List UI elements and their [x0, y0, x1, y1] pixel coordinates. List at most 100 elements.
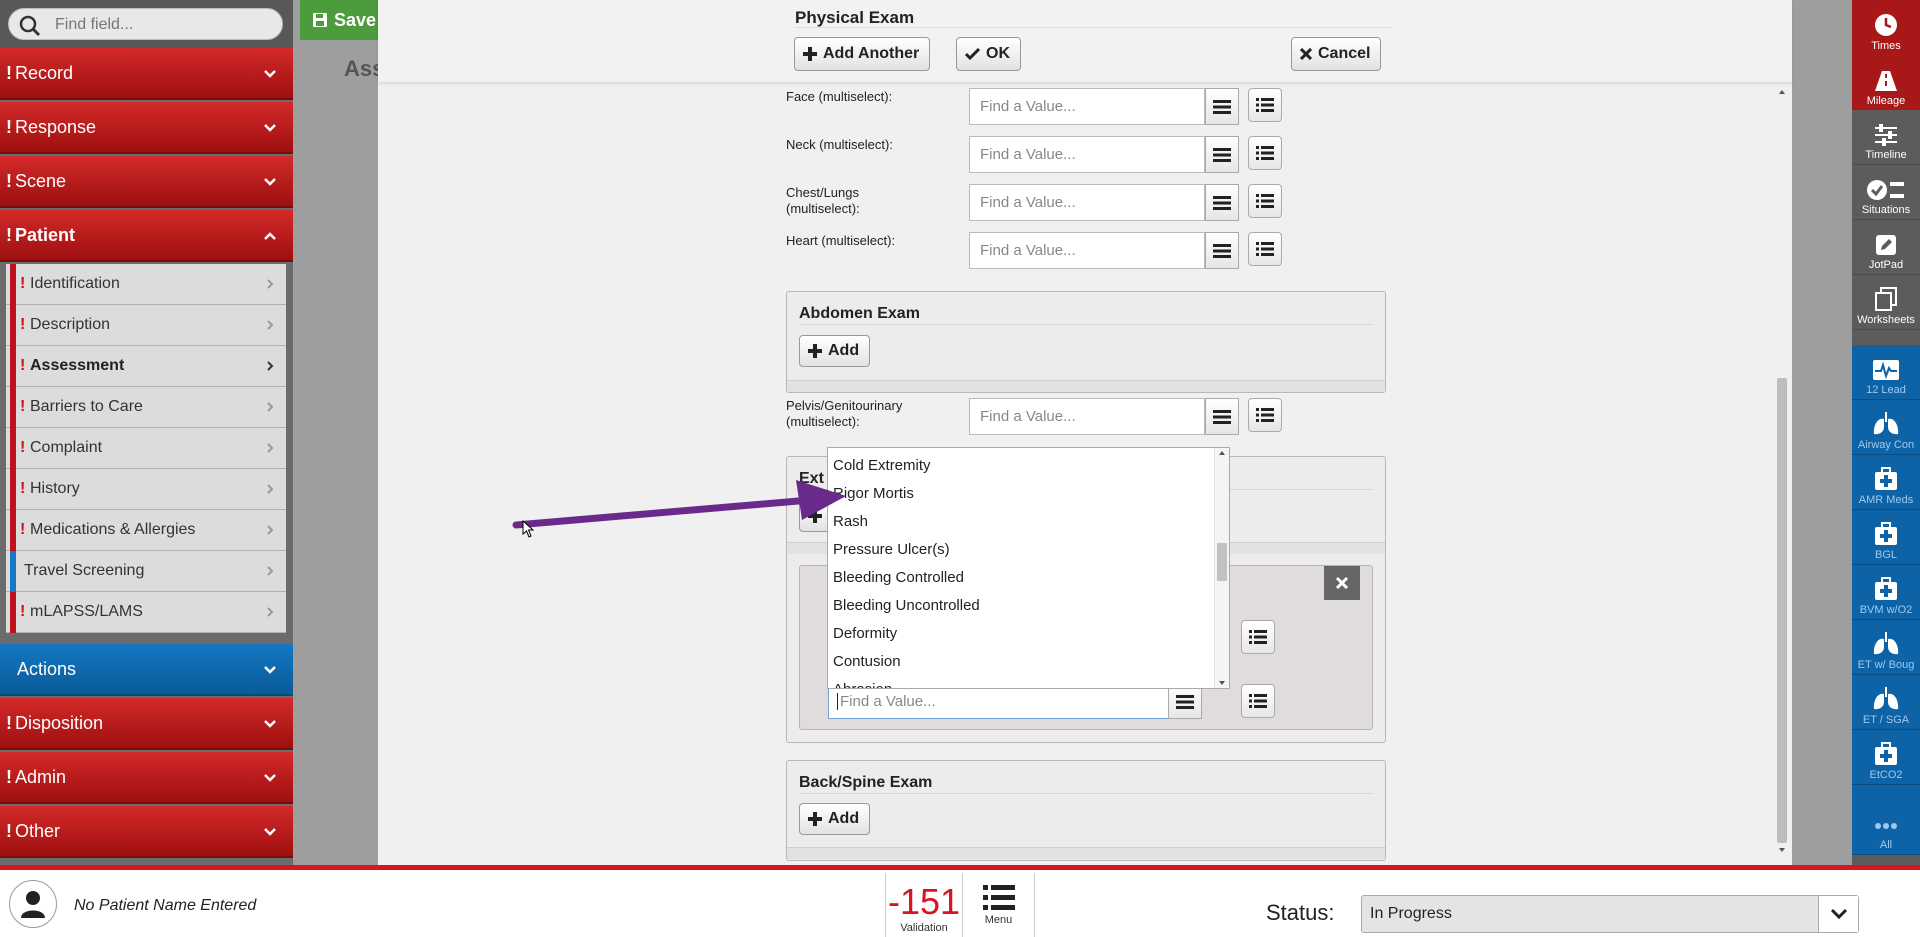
- clock-icon: [1875, 14, 1897, 36]
- section-disposition[interactable]: ! Disposition: [0, 698, 293, 750]
- chest-lungs-input[interactable]: Find a Value...: [969, 184, 1205, 221]
- close-icon: [1300, 48, 1312, 60]
- sidebar-item-barriers-to-care[interactable]: ! Barriers to Care: [6, 387, 286, 428]
- sidebar-item-travel-screening[interactable]: Travel Screening: [6, 551, 286, 592]
- section-record[interactable]: ! Record: [0, 48, 293, 100]
- section-admin[interactable]: ! Admin: [0, 752, 293, 804]
- chevron-right-icon: [267, 566, 274, 576]
- status-value: In Progress: [1370, 905, 1452, 922]
- pelvis-options-button[interactable]: [1248, 398, 1282, 432]
- rail-etco2[interactable]: EtCO2: [1852, 730, 1920, 785]
- sidebar-item-history[interactable]: ! History: [6, 469, 286, 510]
- sidebar-item-label: Identification: [30, 275, 120, 292]
- validation-count: -151: [887, 881, 961, 922]
- save-button[interactable]: Save: [300, 0, 390, 40]
- add-abdomen-button[interactable]: Add: [799, 335, 871, 367]
- value-dropdown: Cold Extremity Rigor Mortis Rash Pressur…: [827, 447, 1230, 689]
- extremity-list-button[interactable]: [1168, 684, 1202, 719]
- chevron-right-icon: [267, 525, 274, 535]
- panel-title: Back/Spine Exam: [799, 774, 933, 791]
- face-input[interactable]: Find a Value...: [969, 88, 1205, 125]
- rail-bgl[interactable]: BGL: [1852, 510, 1920, 565]
- list-icon: [1256, 194, 1274, 208]
- rail-times[interactable]: Times: [1852, 0, 1920, 55]
- dropdown-scroll-thumb[interactable]: [1217, 543, 1227, 581]
- panel-title: Abdomen Exam: [799, 305, 920, 322]
- sidebar-item-assessment[interactable]: ! Assessment: [6, 346, 286, 387]
- section-actions[interactable]: Actions: [0, 644, 293, 696]
- cancel-button[interactable]: Cancel: [1291, 37, 1382, 71]
- menu-button[interactable]: Menu: [963, 873, 1035, 937]
- section-scene[interactable]: ! Scene: [0, 156, 293, 208]
- rail-label: 12 Lead: [1866, 384, 1906, 396]
- dropdown-option[interactable]: Bleeding Controlled: [833, 569, 964, 586]
- sidebar-item-complaint[interactable]: ! Complaint: [6, 428, 286, 469]
- sidebar-item-medications-allergies[interactable]: ! Medications & Allergies: [6, 510, 286, 551]
- patient-avatar[interactable]: [9, 880, 57, 928]
- remove-entry-button[interactable]: [1324, 566, 1360, 600]
- neck-input[interactable]: Find a Value...: [969, 136, 1205, 173]
- heart-options-button[interactable]: [1248, 232, 1282, 266]
- rail-label: BGL: [1874, 549, 1897, 561]
- add-another-button[interactable]: Add Another: [794, 37, 931, 71]
- rail-12-lead[interactable]: 12 Lead: [1852, 345, 1920, 400]
- medkit-icon: [1875, 467, 1897, 490]
- status-select[interactable]: In Progress: [1361, 895, 1859, 933]
- scrollbar-thumb[interactable]: [1777, 378, 1787, 843]
- dropdown-option[interactable]: Bleeding Uncontrolled: [833, 597, 980, 614]
- extremity-options-button[interactable]: [1241, 684, 1275, 718]
- rail-timeline[interactable]: Timeline: [1852, 110, 1920, 165]
- extremity-value-input[interactable]: Find a Value...: [828, 684, 1197, 719]
- entry-options-button[interactable]: [1241, 620, 1275, 654]
- chest-lungs-options-button[interactable]: [1248, 184, 1282, 218]
- validation-counter[interactable]: -151 Validation: [885, 873, 963, 937]
- face-list-button[interactable]: [1205, 88, 1239, 125]
- pelvis-list-button[interactable]: [1205, 398, 1239, 435]
- field-search-box[interactable]: [8, 8, 283, 40]
- chest-lungs-list-button[interactable]: [1205, 184, 1239, 221]
- plus-icon: [808, 812, 822, 826]
- section-response[interactable]: ! Response: [0, 102, 293, 154]
- rail-et-w-boug[interactable]: ET w/ Boug: [1852, 620, 1920, 675]
- dropdown-option[interactable]: Pressure Ulcer(s): [833, 541, 950, 558]
- section-other[interactable]: ! Other: [0, 806, 293, 858]
- rail-mileage[interactable]: Mileage: [1852, 55, 1920, 110]
- sidebar-item-mlapss-lams[interactable]: ! mLAPSS/LAMS: [6, 592, 286, 633]
- status-dropdown-toggle[interactable]: [1818, 896, 1858, 932]
- sidebar-item-description[interactable]: ! Description: [6, 305, 286, 346]
- required-mark: !: [20, 275, 26, 292]
- section-patient[interactable]: ! Patient: [0, 210, 293, 262]
- field-search-input[interactable]: [55, 14, 275, 36]
- list-icon: [1256, 408, 1274, 422]
- rail-bvm-w-o2[interactable]: BVM w/O2: [1852, 565, 1920, 620]
- neck-list-button[interactable]: [1205, 136, 1239, 173]
- menu-label: Menu: [984, 914, 1013, 926]
- lungs-icon: [1873, 412, 1899, 435]
- scroll-down-arrow-icon[interactable]: [1774, 846, 1790, 854]
- add-back-spine-button[interactable]: Add: [799, 803, 871, 835]
- rail-et-sga[interactable]: ET / SGA: [1852, 675, 1920, 730]
- panel-footer: [787, 380, 1385, 392]
- rail-amr-meds[interactable]: AMR Meds: [1852, 455, 1920, 510]
- neck-options-button[interactable]: [1248, 136, 1282, 170]
- sidebar-item-identification[interactable]: ! Identification: [6, 264, 286, 305]
- field-label-pelvis: Pelvis/Genitourinary (multiselect):: [786, 398, 903, 429]
- dropdown-option[interactable]: Abrasion: [833, 681, 892, 688]
- dropdown-option[interactable]: Contusion: [833, 653, 901, 670]
- ok-button[interactable]: OK: [956, 37, 1021, 71]
- rail-worksheets[interactable]: Worksheets: [1852, 275, 1920, 330]
- face-options-button[interactable]: [1248, 88, 1282, 122]
- required-mark: !: [6, 766, 12, 787]
- pelvis-input[interactable]: Find a Value...: [969, 398, 1205, 435]
- chevron-down-icon: [264, 828, 276, 836]
- rail-airway-con[interactable]: Airway Con: [1852, 400, 1920, 455]
- rail-jotpad[interactable]: JotPad: [1852, 220, 1920, 275]
- rail-label: JotPad: [1868, 259, 1904, 271]
- dropdown-scrollbar[interactable]: [1214, 448, 1229, 688]
- heart-list-button[interactable]: [1205, 232, 1239, 269]
- annotation-arrow: [512, 480, 846, 529]
- rail-all[interactable]: All: [1852, 785, 1920, 855]
- rail-situations[interactable]: Situations: [1852, 165, 1920, 220]
- dropdown-option[interactable]: Deformity: [833, 625, 897, 642]
- heart-input[interactable]: Find a Value...: [969, 232, 1205, 269]
